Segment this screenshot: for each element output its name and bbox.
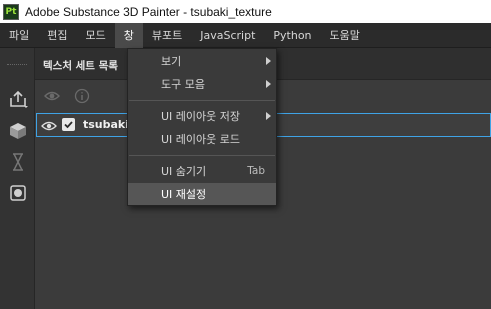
texture-set-label: tsubaki <box>83 118 130 131</box>
painter-app-icon: Pt <box>3 3 19 20</box>
hourglass-icon[interactable] <box>7 151 29 173</box>
shortcut-label: Tab <box>247 165 265 177</box>
menu-python[interactable]: Python <box>264 23 320 48</box>
menu-file[interactable]: 파일 <box>0 23 38 48</box>
menu-mode[interactable]: 모드 <box>77 23 115 48</box>
info-icon[interactable] <box>73 87 91 105</box>
visibility-toggle-icon[interactable] <box>43 87 61 105</box>
bake-mesh-icon[interactable] <box>7 120 29 142</box>
shader-icon[interactable] <box>7 182 29 204</box>
menu-item-hide-ui[interactable]: UI 숨기기 Tab <box>128 160 276 182</box>
submenu-arrow-icon <box>266 57 271 65</box>
export-icon[interactable] <box>7 88 29 110</box>
menu-item-load-layout[interactable]: UI 레이아웃 로드 <box>128 128 276 150</box>
texture-set-checkbox[interactable] <box>62 118 75 131</box>
submenu-arrow-icon <box>266 112 271 120</box>
menu-separator <box>129 100 275 101</box>
window-menu-dropdown: 보기 도구 모음 UI 레이아웃 저장 UI 레이아웃 로드 UI 숨기기 Ta… <box>127 48 277 206</box>
menu-javascript[interactable]: JavaScript <box>191 23 264 48</box>
eye-icon[interactable] <box>41 118 57 132</box>
menu-item-view[interactable]: 보기 <box>128 50 276 72</box>
panel-title: 텍스처 세트 목록 <box>43 60 118 72</box>
menu-item-toolbars[interactable]: 도구 모음 <box>128 73 276 95</box>
menu-item-save-layout[interactable]: UI 레이아웃 저장 <box>128 105 276 127</box>
title-bar: Pt Adobe Substance 3D Painter - tsubaki_… <box>0 0 491 23</box>
menu-separator <box>129 155 275 156</box>
menu-help[interactable]: 도움말 <box>321 23 369 48</box>
toolbar-grip[interactable] <box>7 64 27 66</box>
menu-bar: 파일 편집 모드 창 뷰포트 JavaScript Python 도움말 <box>0 22 491 48</box>
left-toolbar <box>0 48 35 309</box>
menu-viewport[interactable]: 뷰포트 <box>143 23 191 48</box>
submenu-arrow-icon <box>266 80 271 88</box>
menu-item-reset-ui[interactable]: UI 재설정 <box>128 183 276 205</box>
menu-edit[interactable]: 편집 <box>38 23 76 48</box>
window-title: Adobe Substance 3D Painter - tsubaki_tex… <box>25 4 272 19</box>
menu-window[interactable]: 창 <box>114 22 143 48</box>
